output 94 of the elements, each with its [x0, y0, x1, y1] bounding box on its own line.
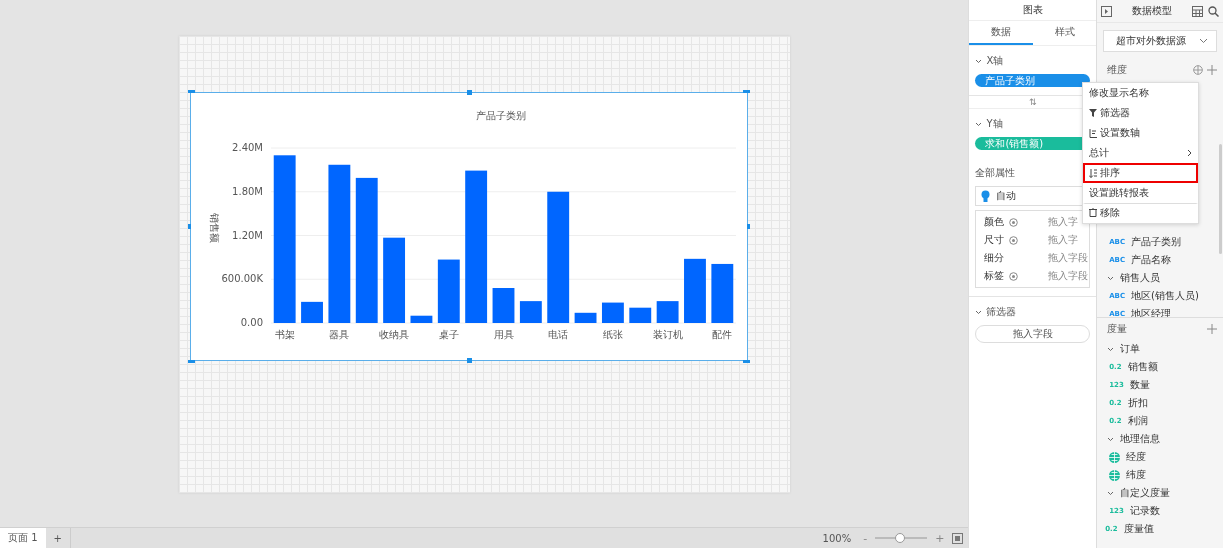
- table-icon[interactable]: [1192, 5, 1203, 17]
- bar: [656, 301, 679, 323]
- swap-axes-icon[interactable]: ⇅: [1029, 97, 1037, 107]
- bar: [437, 259, 460, 323]
- tick-label: 0.00: [240, 317, 263, 328]
- field-group[interactable]: 订单: [1097, 340, 1223, 358]
- category-label: 纸张: [602, 329, 623, 340]
- filter-icon: [1089, 109, 1097, 117]
- gear-icon[interactable]: [1009, 217, 1019, 227]
- tick-label: 1.80M: [231, 185, 263, 197]
- drop-field-hint: 拖入字: [1048, 215, 1080, 229]
- tick-label: 2.40M: [231, 142, 263, 153]
- chevron-down-icon[interactable]: [975, 309, 983, 315]
- category-label: 配件: [712, 329, 733, 340]
- menu-item[interactable]: 排序: [1083, 163, 1198, 183]
- drop-field-hint: 拖入字: [1048, 233, 1080, 247]
- bar: [519, 301, 542, 323]
- resize-handle[interactable]: [187, 360, 195, 363]
- panel-tab[interactable]: 样式: [1032, 21, 1097, 45]
- bar: [574, 312, 597, 323]
- menu-item[interactable]: 移除: [1083, 203, 1198, 223]
- property-label: 尺寸: [984, 233, 1006, 247]
- resize-handle[interactable]: [742, 90, 750, 93]
- resize-handle[interactable]: [746, 224, 750, 229]
- globe-icon: [1109, 451, 1121, 463]
- property-label: 标签: [984, 269, 1006, 283]
- chart-title: 产品子类别: [475, 110, 526, 121]
- bar: [300, 301, 323, 323]
- category-label: 书架: [274, 329, 295, 340]
- field-item[interactable]: 经度: [1097, 448, 1223, 466]
- chevron-down-icon: [1107, 275, 1115, 281]
- chevron-down-icon: [1199, 38, 1208, 44]
- panel-tab[interactable]: 数据: [969, 21, 1033, 45]
- field-item[interactable]: 纬度: [1097, 466, 1223, 484]
- section-label: 筛选器: [986, 305, 1017, 319]
- slider-thumb[interactable]: [895, 533, 906, 543]
- lightbulb-icon: [981, 189, 991, 203]
- bar: [492, 288, 515, 323]
- globe-icon: [1109, 469, 1121, 481]
- bar: [629, 307, 651, 323]
- section-label: 度量: [1107, 322, 1128, 336]
- bar: [601, 302, 624, 323]
- section-label: Y轴: [986, 117, 1003, 131]
- bar: [711, 263, 733, 323]
- drop-field-hint: 拖入字段: [1048, 251, 1090, 265]
- property-label: 颜色: [984, 215, 1006, 229]
- category-label: 器具: [329, 329, 350, 340]
- plus-icon[interactable]: [1207, 65, 1217, 75]
- category-label: 用具: [493, 329, 514, 340]
- field-group[interactable]: 销售人员: [1097, 269, 1217, 287]
- zoom-percent: 100%: [822, 532, 852, 544]
- category-label: 装订机: [652, 329, 683, 340]
- bar: [410, 315, 433, 323]
- section-label: X轴: [986, 54, 1004, 68]
- chevron-down-icon: [1107, 346, 1115, 352]
- field-group[interactable]: 自定义度量: [1097, 484, 1223, 502]
- tick-label: 1.20M: [231, 229, 263, 241]
- search-icon[interactable]: [1208, 5, 1219, 17]
- menu-item[interactable]: 筛选器: [1083, 103, 1198, 123]
- section-label: 全部属性: [975, 166, 1016, 180]
- globe-icon[interactable]: [1193, 65, 1203, 75]
- section-label: 维度: [1107, 63, 1128, 77]
- category-label: 收纳具: [378, 329, 409, 340]
- panel-toggle-icon[interactable]: [1101, 5, 1113, 17]
- chevron-down-icon: [1107, 490, 1115, 496]
- panel-title: 数据模型: [1131, 4, 1174, 18]
- gear-icon[interactable]: [1009, 235, 1019, 245]
- page-tab[interactable]: 页面 1: [0, 528, 46, 548]
- chevron-down-icon[interactable]: [975, 58, 983, 64]
- drop-field-hint: 拖入字段: [1048, 269, 1090, 283]
- category-label: 桌子: [438, 329, 459, 340]
- gear-icon[interactable]: [1009, 271, 1019, 281]
- resize-handle[interactable]: [466, 358, 472, 363]
- resize-handle[interactable]: [187, 224, 191, 229]
- category-label: 电话: [547, 329, 568, 340]
- tick-label: 600.00K: [221, 273, 263, 285]
- chevron-down-icon[interactable]: [975, 121, 983, 127]
- scrollbar[interactable]: [1219, 144, 1222, 254]
- resize-handle[interactable]: [466, 90, 472, 95]
- plus-icon[interactable]: [1207, 324, 1217, 334]
- sort-icon: [1089, 168, 1097, 178]
- resize-handle[interactable]: [742, 360, 750, 363]
- trash-icon: [1089, 208, 1097, 217]
- resize-handle[interactable]: [187, 90, 195, 93]
- property-label: 细分: [984, 251, 1006, 265]
- chart-card[interactable]: 产品子类别 销售额 2.40M 1.80M 1.20M 600.00K 0.00 书架 器具 收纳具 桌子 用具 电话 纸张 装订机 配件: [189, 92, 748, 361]
- datasource-dropdown[interactable]: 超市对外数据源: [1103, 30, 1217, 52]
- fit-screen-icon[interactable]: [952, 532, 964, 544]
- axis-title: 销售额: [208, 213, 220, 243]
- chevron-down-icon: [1107, 436, 1115, 442]
- chevron-right-icon: [1187, 149, 1192, 157]
- field-group[interactable]: 地理信息: [1097, 430, 1223, 448]
- axis-icon: [1089, 128, 1097, 138]
- bar: [683, 258, 706, 323]
